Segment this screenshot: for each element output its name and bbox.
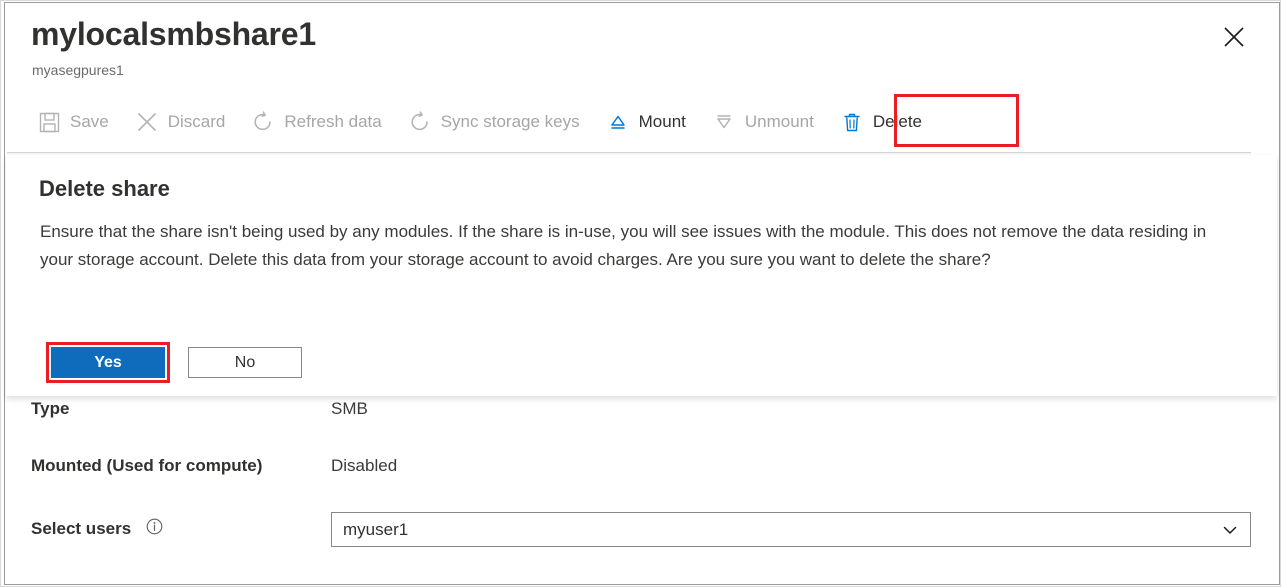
property-row-mounted: Mounted (Used for compute) Disabled [1,454,1280,484]
page-subtitle: myasegpures1 [32,61,124,79]
confirm-yes-button[interactable]: Yes [51,347,165,378]
select-users-label-text: Select users [31,519,131,538]
toolbar-button-sync-storage-keys[interactable]: Sync storage keys [400,101,592,143]
close-x-icon [135,110,159,134]
toolbar-button-unmount-label: Unmount [745,112,814,132]
cancel-no-button[interactable]: No [188,347,302,378]
command-bar: Save Discard Refresh data [29,101,940,143]
sync-icon [408,110,432,134]
info-icon[interactable] [146,518,163,542]
close-button[interactable] [1218,21,1250,53]
toolbar-button-discard-label: Discard [168,112,226,132]
refresh-icon [251,110,275,134]
property-label-select-users: Select users [31,517,163,542]
trash-icon [840,110,864,134]
property-value-mounted: Disabled [331,454,397,478]
eject-up-icon [606,110,630,134]
delete-share-body: Ensure that the share isn't being used b… [40,218,1240,274]
toolbar-button-save-label: Save [70,112,109,132]
select-users-value: myuser1 [343,519,1220,541]
toolbar-button-save[interactable]: Save [29,101,121,143]
delete-share-heading: Delete share [39,175,170,203]
toolbar-button-refresh-data[interactable]: Refresh data [243,101,393,143]
delete-share-panel: Delete share Ensure that the share isn't… [6,155,1277,396]
property-row-type: Type SMB [1,397,1280,427]
toolbar-button-sync-storage-keys-label: Sync storage keys [441,112,580,132]
toolbar-button-mount[interactable]: Mount [598,101,698,143]
toolbar-button-unmount[interactable]: Unmount [704,101,826,143]
chevron-down-icon [1220,520,1240,540]
property-value-type: SMB [331,397,368,421]
toolbar-button-delete-label: Delete [873,112,922,132]
page-title: mylocalsmbshare1 [31,15,316,53]
save-icon [37,110,61,134]
select-users-dropdown[interactable]: myuser1 [331,512,1251,547]
toolbar-button-delete[interactable]: Delete [832,101,934,143]
toolbar-button-discard[interactable]: Discard [127,101,238,143]
delete-share-actions: Yes No [51,347,302,378]
close-icon [1223,26,1245,48]
property-label-type: Type [31,397,69,421]
property-label-mounted: Mounted (Used for compute) [31,454,262,478]
share-details-blade: mylocalsmbshare1 myasegpures1 Save [0,0,1281,587]
toolbar-button-mount-label: Mount [639,112,686,132]
toolbar-button-refresh-data-label: Refresh data [284,112,381,132]
eject-down-icon [712,110,736,134]
